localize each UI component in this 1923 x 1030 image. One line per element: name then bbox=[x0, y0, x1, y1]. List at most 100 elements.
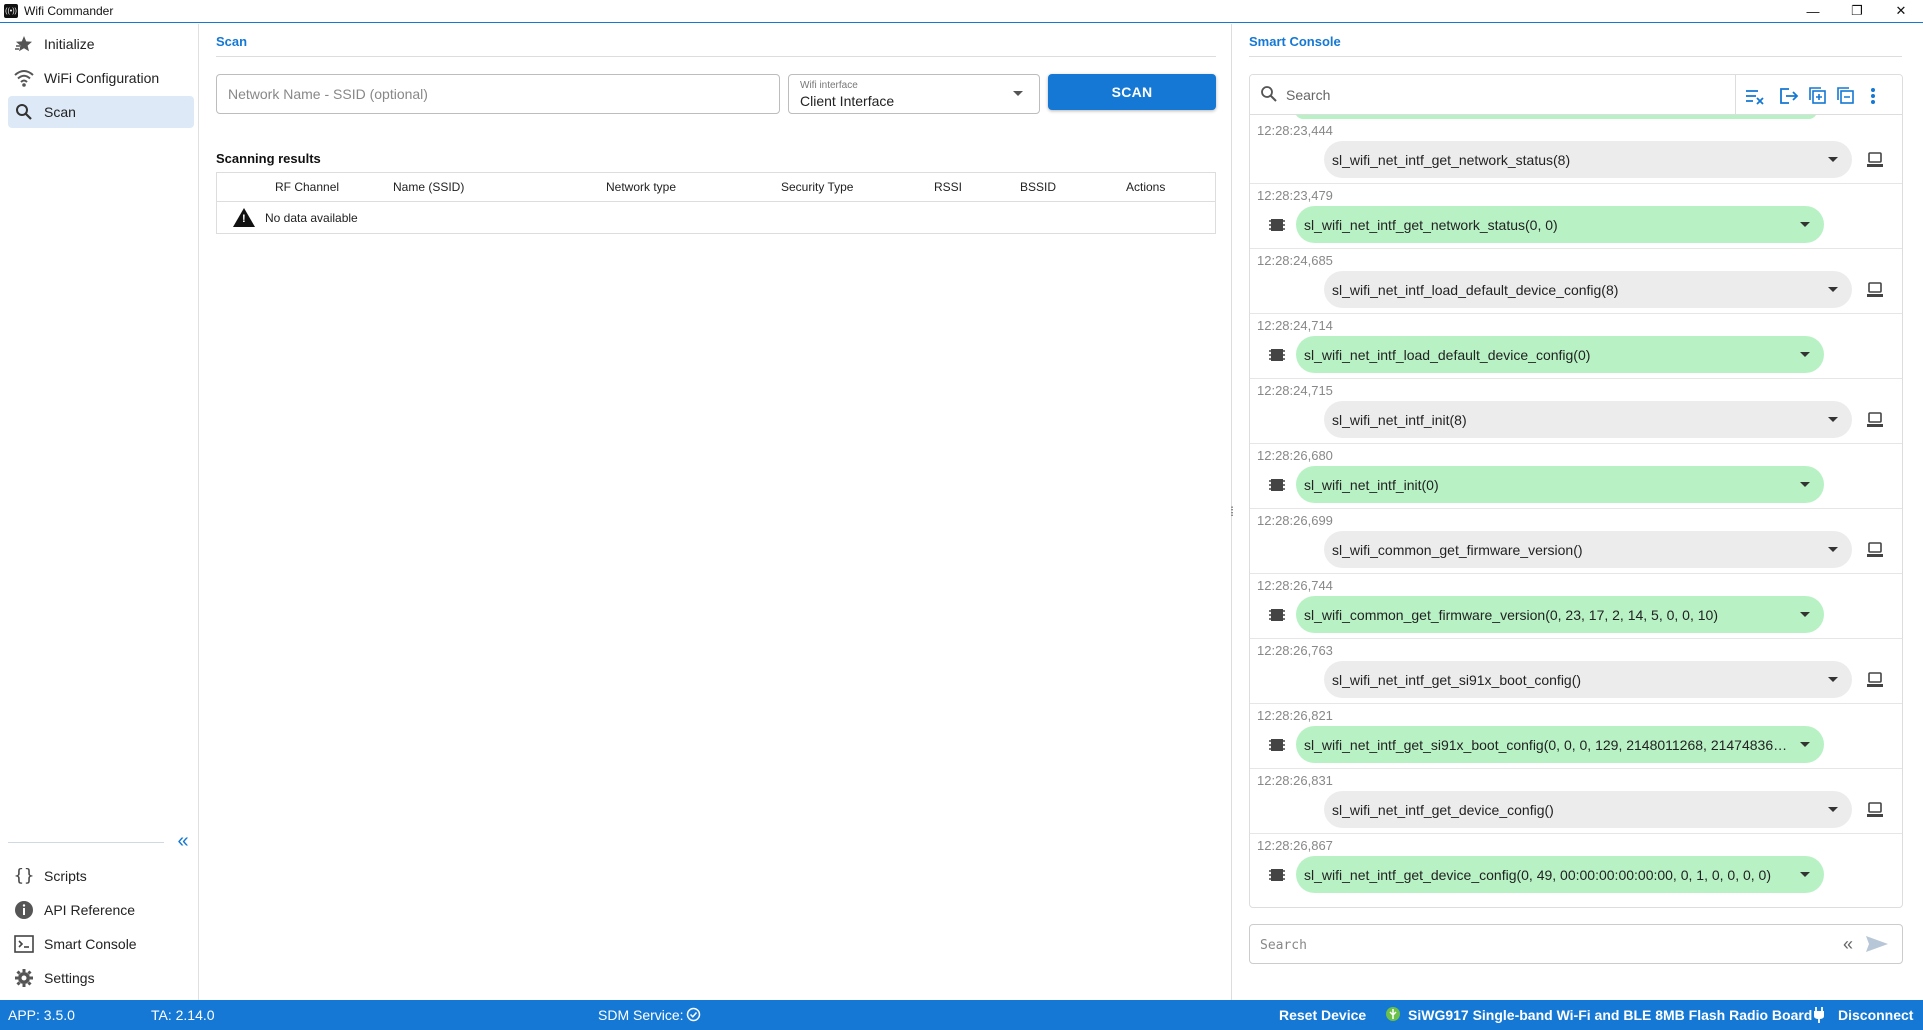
results-title: Scanning results bbox=[216, 151, 321, 166]
column-header[interactable]: Name (SSID) bbox=[393, 180, 464, 194]
message-text: sl_wifi_net_intf_init(8) bbox=[1332, 411, 1467, 428]
reset-device-button[interactable]: Reset Device bbox=[1279, 1007, 1366, 1023]
computer-icon bbox=[1866, 671, 1884, 689]
message-text: sl_wifi_net_intf_init(0) bbox=[1304, 476, 1439, 493]
console-entry: 12:28:23,444 sl_wifi_net_intf_get_networ… bbox=[1250, 119, 1902, 184]
message-text: sl_wifi_net_intf_load_default_device_con… bbox=[1332, 281, 1619, 298]
disconnect-button[interactable]: Disconnect bbox=[1838, 1007, 1913, 1023]
sidebar-item-api-reference[interactable]: API Reference bbox=[8, 894, 194, 926]
command-input-box: « bbox=[1249, 924, 1903, 964]
message-text: sl_wifi_net_intf_get_network_status(0, 0… bbox=[1304, 216, 1558, 233]
sidebar-item-scripts[interactable]: {} Scripts bbox=[8, 860, 194, 892]
chevron-down-icon[interactable] bbox=[1800, 222, 1810, 227]
timestamp: 12:28:26,821 bbox=[1257, 708, 1333, 723]
sidebar-item-scan[interactable]: Scan bbox=[8, 96, 194, 128]
more-options-icon[interactable] bbox=[1862, 85, 1884, 107]
console-entry: 12:28:26,821 sl_wifi_net_intf_get_si91x_… bbox=[1250, 704, 1902, 769]
column-header[interactable]: RF Channel bbox=[275, 180, 339, 194]
chevron-down-icon[interactable] bbox=[1828, 287, 1838, 292]
chevron-down-icon[interactable] bbox=[1828, 157, 1838, 162]
timestamp: 12:28:23,479 bbox=[1257, 188, 1333, 203]
timestamp: 12:28:26,867 bbox=[1257, 838, 1333, 853]
results-table: RF Channel Name (SSID) Network type Secu… bbox=[216, 172, 1216, 234]
chevron-down-icon[interactable] bbox=[1800, 352, 1810, 357]
chevron-down-icon[interactable] bbox=[1828, 547, 1838, 552]
minimize-button[interactable]: — bbox=[1791, 0, 1835, 22]
chevron-down-icon[interactable] bbox=[1800, 742, 1810, 747]
response-bubble[interactable]: sl_wifi_net_intf_get_si91x_boot_config(0… bbox=[1296, 726, 1824, 763]
console-entry: 12:28:24,685 sl_wifi_net_intf_load_defau… bbox=[1250, 249, 1902, 314]
computer-icon bbox=[1866, 801, 1884, 819]
command-input[interactable] bbox=[1260, 933, 1820, 957]
chevron-down-icon[interactable] bbox=[1828, 807, 1838, 812]
column-header[interactable]: RSSI bbox=[934, 180, 962, 194]
command-bubble[interactable]: sl_wifi_net_intf_get_network_status(8) bbox=[1324, 141, 1852, 178]
sidebar-item-label: Scan bbox=[44, 104, 76, 120]
toolbar-divider bbox=[1735, 75, 1736, 115]
send-icon[interactable] bbox=[1865, 934, 1889, 956]
column-header[interactable]: BSSID bbox=[1020, 180, 1056, 194]
console-entry: 12:28:24,714 sl_wifi_net_intf_load_defau… bbox=[1250, 314, 1902, 379]
chip-icon bbox=[1268, 606, 1286, 624]
command-bubble[interactable]: sl_wifi_net_intf_init(8) bbox=[1324, 401, 1852, 438]
copy-add-icon[interactable] bbox=[1806, 85, 1828, 107]
message-text: sl_wifi_net_intf_get_device_config() bbox=[1332, 801, 1554, 818]
command-bubble[interactable]: sl_wifi_net_intf_load_default_device_con… bbox=[1324, 271, 1852, 308]
export-icon[interactable] bbox=[1778, 85, 1800, 107]
divider bbox=[1249, 56, 1902, 57]
sidebar-item-wifi-configuration[interactable]: WiFi Configuration bbox=[8, 62, 194, 94]
console-search-input[interactable] bbox=[1286, 83, 1636, 107]
console-title: Smart Console bbox=[1249, 34, 1341, 49]
message-text: sl_wifi_net_intf_get_device_config(0, 49… bbox=[1304, 866, 1771, 883]
response-bubble[interactable]: sl_wifi_net_intf_get_network_status(0, 0… bbox=[1296, 206, 1824, 243]
timestamp: 12:28:26,831 bbox=[1257, 773, 1333, 788]
sidebar-item-initialize[interactable]: Initialize bbox=[8, 28, 194, 60]
star-icon bbox=[12, 32, 36, 56]
window-title: Wifi Commander bbox=[24, 4, 114, 18]
chip-icon bbox=[1268, 866, 1286, 884]
response-bubble[interactable]: sl_wifi_common_get_firmware_version(0, 2… bbox=[1296, 596, 1824, 633]
board-name[interactable]: SiWG917 Single-band Wi-Fi and BLE 8MB Fl… bbox=[1408, 1007, 1812, 1023]
collapse-icon[interactable]: « bbox=[1837, 933, 1859, 955]
collapse-sidebar-icon[interactable]: « bbox=[172, 830, 194, 852]
console-entry: 12:28:24,715 sl_wifi_net_intf_init(8) bbox=[1250, 379, 1902, 444]
sidebar-item-smart-console[interactable]: Smart Console bbox=[8, 928, 194, 960]
command-bubble[interactable]: sl_wifi_common_get_firmware_version() bbox=[1324, 531, 1852, 568]
divider bbox=[216, 56, 1216, 57]
timestamp: 12:28:26,680 bbox=[1257, 448, 1333, 463]
sidebar-item-settings[interactable]: Settings bbox=[8, 962, 194, 994]
column-header[interactable]: Security Type bbox=[781, 180, 853, 194]
sidebar-item-label: Settings bbox=[44, 970, 95, 986]
chevron-down-icon[interactable] bbox=[1828, 677, 1838, 682]
timestamp: 12:28:23,444 bbox=[1257, 123, 1333, 138]
sidebar-divider bbox=[8, 842, 164, 843]
close-button[interactable]: ✕ bbox=[1879, 0, 1923, 22]
chip-icon bbox=[1268, 736, 1286, 754]
wifi-interface-label: Wifi interface bbox=[800, 80, 858, 91]
chevron-down-icon[interactable] bbox=[1828, 417, 1838, 422]
sidebar-item-label: Smart Console bbox=[44, 936, 137, 952]
timestamp: 12:28:26,744 bbox=[1257, 578, 1333, 593]
timestamp: 12:28:24,715 bbox=[1257, 383, 1333, 398]
scan-button[interactable]: SCAN bbox=[1048, 74, 1216, 110]
chip-icon bbox=[1268, 346, 1286, 364]
copy-remove-icon[interactable] bbox=[1834, 85, 1856, 107]
response-bubble[interactable]: sl_wifi_net_intf_get_device_config(0, 49… bbox=[1296, 856, 1824, 893]
maximize-button[interactable]: ❐ bbox=[1835, 0, 1879, 22]
chevron-down-icon[interactable] bbox=[1800, 612, 1810, 617]
chevron-down-icon[interactable] bbox=[1800, 872, 1810, 877]
chevron-down-icon[interactable] bbox=[1800, 482, 1810, 487]
console-entries: 12:28:23,444 sl_wifi_net_intf_get_networ… bbox=[1250, 115, 1902, 907]
search-icon bbox=[1260, 85, 1278, 106]
clear-filter-icon[interactable] bbox=[1744, 85, 1766, 107]
response-bubble[interactable]: sl_wifi_net_intf_init(0) bbox=[1296, 466, 1824, 503]
command-bubble[interactable]: sl_wifi_net_intf_get_device_config() bbox=[1324, 791, 1852, 828]
message-text: sl_wifi_net_intf_load_default_device_con… bbox=[1304, 346, 1591, 363]
command-bubble[interactable]: sl_wifi_net_intf_get_si91x_boot_config() bbox=[1324, 661, 1852, 698]
column-header[interactable]: Network type bbox=[606, 180, 676, 194]
wifi-interface-select[interactable]: Wifi interface Client Interface bbox=[788, 74, 1040, 114]
response-bubble[interactable]: sl_wifi_net_intf_load_default_device_con… bbox=[1296, 336, 1824, 373]
ssid-input[interactable] bbox=[216, 74, 780, 114]
computer-icon bbox=[1866, 151, 1884, 169]
smart-console-panel: Smart Console Search 12:28:23,444 sl_wif… bbox=[1232, 24, 1923, 1000]
